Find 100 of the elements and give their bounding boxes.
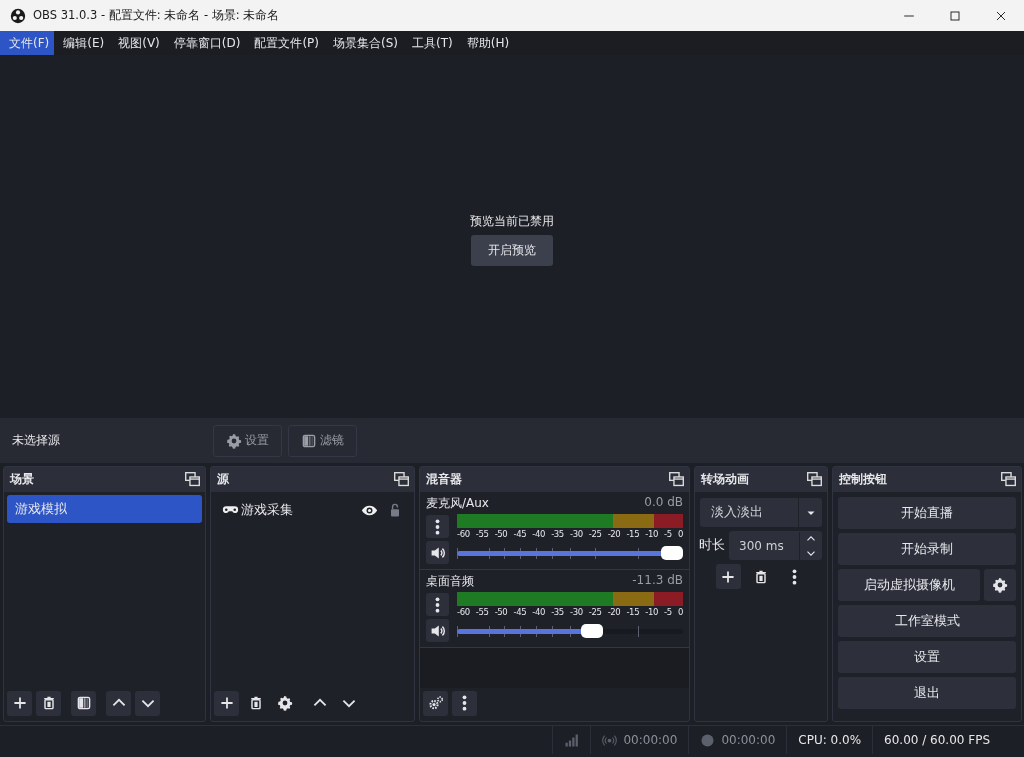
- dock-title: 场景: [10, 471, 35, 488]
- vertical-dots-icon: [462, 695, 467, 711]
- transition-dropdown[interactable]: 淡入淡出: [700, 498, 822, 527]
- add-transition-button[interactable]: [715, 564, 741, 589]
- vertical-dots-icon: [435, 596, 440, 613]
- vertical-dots-icon: [791, 568, 797, 585]
- move-up-button[interactable]: [106, 690, 131, 716]
- dock-title: 转场动画: [701, 471, 750, 488]
- meter-scale-label: -35: [551, 607, 564, 617]
- meter-scale-label: -50: [494, 607, 508, 617]
- channel-menu-button[interactable]: [426, 593, 449, 616]
- filter-icon: [75, 695, 92, 711]
- virtual-camera-settings-button[interactable]: [984, 569, 1016, 601]
- window-title: OBS 31.0.3 - 配置文件: 未命名 - 场景: 未命名: [33, 8, 281, 23]
- mute-button[interactable]: [426, 619, 449, 642]
- duration-label: 时长: [699, 537, 725, 554]
- gear-icon: [992, 577, 1008, 593]
- meter-scale-label: -60: [457, 607, 470, 617]
- meter-scale-label: -10: [645, 607, 658, 617]
- undock-icon[interactable]: [668, 471, 685, 488]
- dock-title: 源: [217, 471, 230, 488]
- preview-disabled-message: 预览当前已禁用: [470, 213, 554, 230]
- control-button[interactable]: 工作室模式: [838, 605, 1016, 637]
- volume-slider[interactable]: [457, 623, 683, 638]
- undock-icon[interactable]: [393, 471, 410, 488]
- volume-reading: 0.0 dB: [644, 495, 683, 511]
- dock-title: 混音器: [426, 471, 463, 488]
- control-button[interactable]: 启动虚拟摄像机: [838, 569, 980, 601]
- dock-title: 控制按钮: [839, 471, 888, 488]
- plus-icon: [11, 695, 28, 711]
- menu-item[interactable]: 文件(F): [0, 31, 55, 55]
- menu-item[interactable]: 视图(V): [109, 31, 165, 55]
- menu-item[interactable]: 工具(T): [403, 31, 458, 55]
- plus-icon: [720, 568, 736, 585]
- meter-scale-label: -45: [513, 607, 527, 617]
- source-name[interactable]: 游戏采集: [241, 501, 361, 519]
- volume-reading: -11.3 dB: [632, 573, 683, 589]
- source-filters-button[interactable]: 滤镜: [288, 424, 357, 457]
- no-source-selected-label: 未选择源: [12, 432, 61, 449]
- advanced-audio-button[interactable]: [423, 690, 448, 716]
- meter-scale-label: -25: [588, 607, 602, 617]
- menu-item[interactable]: 帮助(H): [457, 31, 515, 55]
- meter-scale-label: -40: [532, 607, 545, 617]
- source-properties-button[interactable]: 设置: [213, 424, 282, 457]
- duration-field[interactable]: 300 ms: [729, 531, 822, 560]
- channel-name: 桌面音频: [426, 573, 474, 590]
- mixer-menu-button[interactable]: [452, 690, 477, 716]
- volume-slider[interactable]: [457, 545, 683, 560]
- remove-scene-button[interactable]: [36, 690, 61, 716]
- meter-scale-label: -50: [494, 529, 508, 539]
- vertical-dots-icon: [435, 518, 440, 535]
- menu-item[interactable]: 场景集合(S): [324, 31, 403, 55]
- gear-icon: [226, 432, 242, 449]
- meter-scale-label: -30: [569, 529, 583, 539]
- meter-scale-label: -35: [551, 529, 564, 539]
- meter-scale-label: -55: [475, 529, 489, 539]
- meter-scale-label: -10: [645, 529, 658, 539]
- record-dot-icon: [700, 732, 716, 748]
- meter-scale-label: -15: [626, 607, 640, 617]
- meter-scale-label: -20: [607, 529, 621, 539]
- menu-item[interactable]: 停靠窗口(D): [164, 31, 246, 55]
- meter-scale-label: -30: [569, 607, 583, 617]
- app-logo-icon: [10, 7, 26, 24]
- scene-filters-button[interactable]: [71, 690, 96, 716]
- broadcast-icon: [602, 732, 618, 748]
- slider-thumb[interactable]: [661, 545, 683, 560]
- meter-scale-label: -45: [513, 529, 527, 539]
- menu-item[interactable]: 配置文件(P): [245, 31, 324, 55]
- move-down-button[interactable]: [135, 690, 160, 716]
- channel-menu-button[interactable]: [426, 515, 449, 538]
- gear-icon: [276, 695, 293, 711]
- gears-icon: [427, 695, 444, 711]
- add-source-button[interactable]: [214, 690, 239, 716]
- meter-scale-label: -20: [607, 607, 621, 617]
- undock-icon[interactable]: [184, 471, 201, 488]
- undock-icon[interactable]: [806, 471, 823, 488]
- meter-scale-label: -25: [588, 529, 602, 539]
- meter-scale-label: -55: [475, 607, 489, 617]
- scene-item[interactable]: 游戏模拟: [7, 495, 202, 523]
- enable-preview-button[interactable]: 开启预览: [471, 235, 553, 266]
- control-button[interactable]: 开始直播: [838, 497, 1016, 529]
- filter-icon: [301, 432, 317, 449]
- channel-name: 麦克风/Aux: [426, 495, 489, 512]
- trash-icon: [753, 568, 769, 585]
- undock-icon[interactable]: [1000, 471, 1017, 488]
- mute-button[interactable]: [426, 541, 449, 564]
- menu-item[interactable]: 编辑(E): [54, 31, 110, 55]
- control-button[interactable]: 开始录制: [838, 533, 1016, 565]
- add-scene-button[interactable]: [7, 690, 32, 716]
- control-button[interactable]: 设置: [838, 641, 1016, 673]
- cpu-usage: CPU: 0.0%: [798, 733, 862, 747]
- slider-thumb[interactable]: [581, 623, 604, 638]
- meter-scale-label: 0: [677, 529, 683, 539]
- meter-scale-label: -60: [457, 529, 470, 539]
- plus-icon: [218, 695, 235, 711]
- stream-time: 00:00:00: [623, 733, 678, 747]
- meter-scale-label: -15: [626, 529, 640, 539]
- record-time: 00:00:00: [721, 733, 776, 747]
- fps-counter: 60.00 / 60.00 FPS: [884, 733, 990, 747]
- control-button[interactable]: 退出: [838, 677, 1016, 709]
